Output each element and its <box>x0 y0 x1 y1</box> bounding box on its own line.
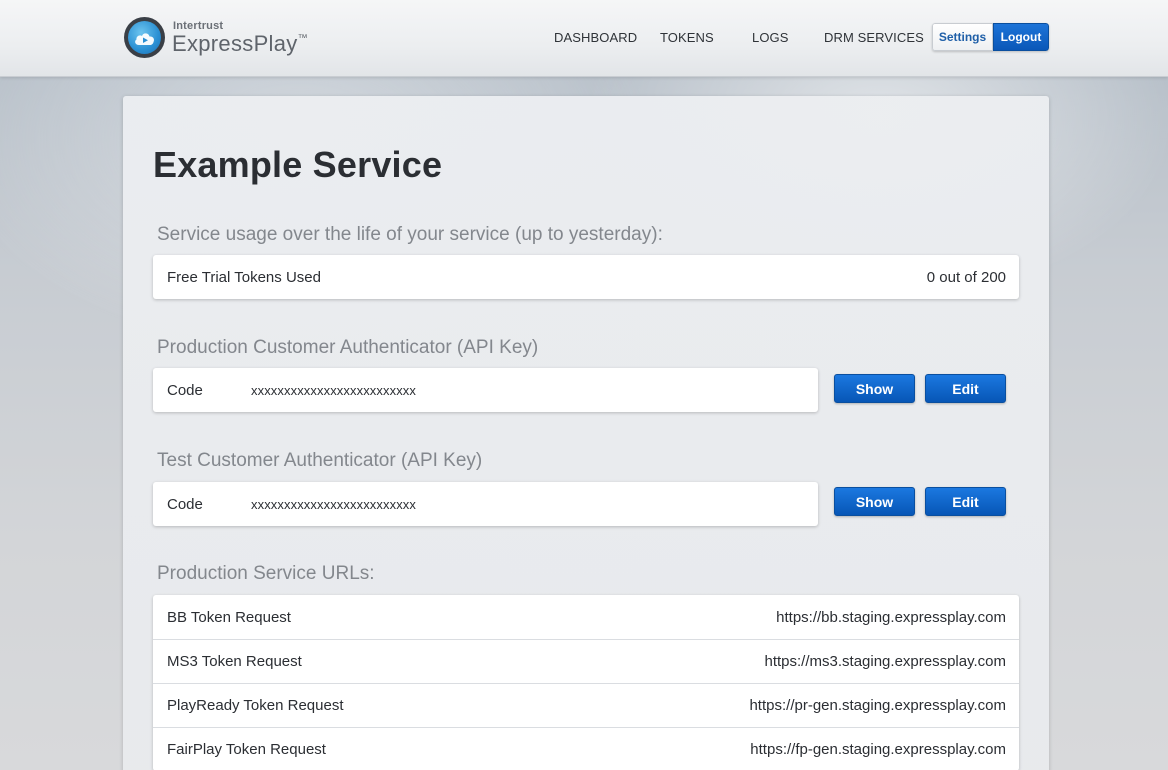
url-value[interactable]: https://fp-gen.staging.expressplay.com <box>750 741 1006 758</box>
test-auth-card: Code xxxxxxxxxxxxxxxxxxxxxxxxx <box>153 482 818 526</box>
url-label: PlayReady Token Request <box>167 697 344 714</box>
usage-row: Free Trial Tokens Used 0 out of 200 <box>153 255 1019 299</box>
url-value[interactable]: https://ms3.staging.expressplay.com <box>765 653 1007 670</box>
prod-auth-show-button[interactable]: Show <box>834 374 915 403</box>
brand-product-name: ExpressPlay <box>172 31 298 56</box>
test-auth-code-label: Code <box>167 495 203 513</box>
url-label: BB Token Request <box>167 608 291 626</box>
url-label: FairPlay Token Request <box>167 741 326 758</box>
play-cloud-icon <box>124 17 165 58</box>
usage-card: Free Trial Tokens Used 0 out of 200 <box>153 255 1019 299</box>
nav-drm-services[interactable]: DRM SERVICES <box>824 30 924 45</box>
url-row-fairplay: FairPlay Token Request https://fp-gen.st… <box>153 727 1019 770</box>
usage-value: 0 out of 200 <box>926 268 1006 286</box>
account-button-group: Settings Logout <box>932 23 1049 51</box>
nav-tokens[interactable]: TOKENS <box>660 30 714 45</box>
test-auth-show-button[interactable]: Show <box>834 487 915 516</box>
page-title: Example Service <box>153 144 443 185</box>
nav-dashboard[interactable]: DASHBOARD <box>554 30 637 45</box>
test-auth-edit-button[interactable]: Edit <box>925 487 1006 516</box>
url-value[interactable]: https://pr-gen.staging.expressplay.com <box>749 697 1006 714</box>
usage-heading: Service usage over the life of your serv… <box>157 224 663 245</box>
logout-button[interactable]: Logout <box>993 23 1049 51</box>
usage-label: Free Trial Tokens Used <box>167 268 321 286</box>
nav-logs[interactable]: LOGS <box>752 30 789 45</box>
test-auth-heading: Test Customer Authenticator (API Key) <box>157 450 483 471</box>
prod-auth-code-value: xxxxxxxxxxxxxxxxxxxxxxxxx <box>251 382 416 398</box>
urls-heading: Production Service URLs: <box>157 563 375 584</box>
prod-auth-code-label: Code <box>167 381 203 399</box>
url-row-playready: PlayReady Token Request https://pr-gen.s… <box>153 683 1019 727</box>
urls-card: BB Token Request https://bb.staging.expr… <box>153 595 1019 770</box>
url-label: MS3 Token Request <box>167 653 302 670</box>
url-row-ms3: MS3 Token Request https://ms3.staging.ex… <box>153 639 1019 683</box>
prod-auth-heading: Production Customer Authenticator (API K… <box>157 337 539 358</box>
settings-button[interactable]: Settings <box>932 23 993 51</box>
service-panel: Example Service Service usage over the l… <box>123 96 1049 770</box>
prod-auth-card: Code xxxxxxxxxxxxxxxxxxxxxxxxx <box>153 368 818 412</box>
prod-auth-row: Code xxxxxxxxxxxxxxxxxxxxxxxxx <box>153 368 818 412</box>
top-navigation-bar: Intertrust ExpressPlay™ DASHBOARD TOKENS… <box>0 0 1168 77</box>
trademark-mark: ™ <box>297 33 308 44</box>
expressplay-logo[interactable]: Intertrust ExpressPlay™ <box>124 17 324 61</box>
url-value[interactable]: https://bb.staging.expressplay.com <box>776 609 1006 626</box>
test-auth-row: Code xxxxxxxxxxxxxxxxxxxxxxxxx <box>153 482 818 526</box>
cloud-play-glyph <box>134 32 154 45</box>
brand-product: ExpressPlay™ <box>172 31 308 57</box>
logo-inner-circle <box>128 21 161 54</box>
prod-auth-edit-button[interactable]: Edit <box>925 374 1006 403</box>
test-auth-code-value: xxxxxxxxxxxxxxxxxxxxxxxxx <box>251 496 416 512</box>
url-row-bb: BB Token Request https://bb.staging.expr… <box>153 595 1019 639</box>
